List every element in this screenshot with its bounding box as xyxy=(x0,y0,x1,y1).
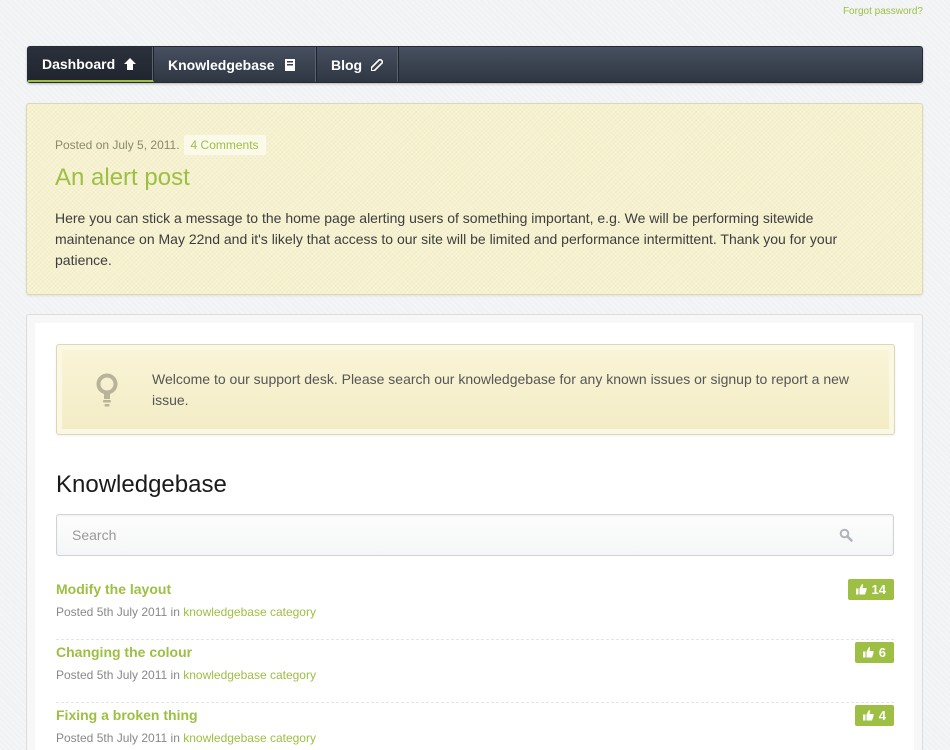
vote-count: 4 xyxy=(878,708,886,723)
nav-item-label: Dashboard xyxy=(42,55,116,72)
post-date: Posted on July 5, 2011. xyxy=(55,138,180,152)
thumbs-up-icon xyxy=(855,584,867,595)
welcome-box: Welcome to our support desk. Please sear… xyxy=(56,344,895,435)
article-title-link[interactable]: Fixing a broken thing xyxy=(56,707,198,723)
home-icon xyxy=(124,57,137,70)
article-title-link[interactable]: Changing the colour xyxy=(56,644,192,660)
article-posted: Posted 5th July 2011 in xyxy=(56,731,180,745)
welcome-text: Welcome to our support desk. Please sear… xyxy=(152,370,850,408)
vote-badge[interactable]: 4 xyxy=(854,705,894,726)
thumbs-up-icon xyxy=(862,647,874,658)
lightbulb-icon xyxy=(96,373,118,406)
nav-item-dashboard[interactable]: Dashboard xyxy=(28,47,154,82)
pencil-icon xyxy=(371,58,384,71)
article-list: Modify the layout Posted 5th July 2011 i… xyxy=(56,577,894,750)
comments-link[interactable]: 4 Comments xyxy=(183,135,266,155)
nav-item-blog[interactable]: Blog xyxy=(317,47,399,82)
vote-badge[interactable]: 6 xyxy=(854,642,894,663)
article-category-link[interactable]: knowledgebase category xyxy=(183,668,316,682)
article-posted: Posted 5th July 2011 in xyxy=(56,668,180,682)
search-box xyxy=(56,514,894,556)
list-item: Modify the layout Posted 5th July 2011 i… xyxy=(56,577,894,640)
nav-item-label: Blog xyxy=(331,56,363,73)
post-title[interactable]: An alert post xyxy=(55,164,894,192)
post-meta: Posted on July 5, 2011. 4 Comments xyxy=(55,135,894,155)
search-input[interactable] xyxy=(57,515,817,555)
vote-count: 14 xyxy=(871,582,886,597)
book-icon xyxy=(284,58,295,71)
alert-post: Posted on July 5, 2011. 4 Comments An al… xyxy=(26,103,923,295)
post-body: Here you can stick a message to the home… xyxy=(55,210,838,268)
nav-item-knowledgebase[interactable]: Knowledgebase xyxy=(154,47,317,82)
vote-count: 6 xyxy=(878,645,886,660)
knowledgebase-title: Knowledgebase xyxy=(56,471,227,498)
list-item: Fixing a broken thing Posted 5th July 20… xyxy=(56,703,894,750)
search-icon[interactable] xyxy=(839,528,853,542)
main-content: Welcome to our support desk. Please sear… xyxy=(26,314,923,750)
main-nav: Dashboard Knowledgebase Blog xyxy=(27,46,923,83)
forgot-password-link[interactable]: Forgot password? xyxy=(843,6,923,17)
article-meta: Posted 5th July 2011 in knowledgebase ca… xyxy=(56,668,316,682)
article-posted: Posted 5th July 2011 in xyxy=(56,605,180,619)
article-category-link[interactable]: knowledgebase category xyxy=(183,605,316,619)
nav-item-label: Knowledgebase xyxy=(168,56,275,73)
article-meta: Posted 5th July 2011 in knowledgebase ca… xyxy=(56,605,316,619)
article-title-link[interactable]: Modify the layout xyxy=(56,581,171,597)
vote-badge[interactable]: 14 xyxy=(847,579,894,600)
thumbs-up-icon xyxy=(862,710,874,721)
article-category-link[interactable]: knowledgebase category xyxy=(183,731,316,745)
list-item: Changing the colour Posted 5th July 2011… xyxy=(56,640,894,703)
article-meta: Posted 5th July 2011 in knowledgebase ca… xyxy=(56,731,316,745)
